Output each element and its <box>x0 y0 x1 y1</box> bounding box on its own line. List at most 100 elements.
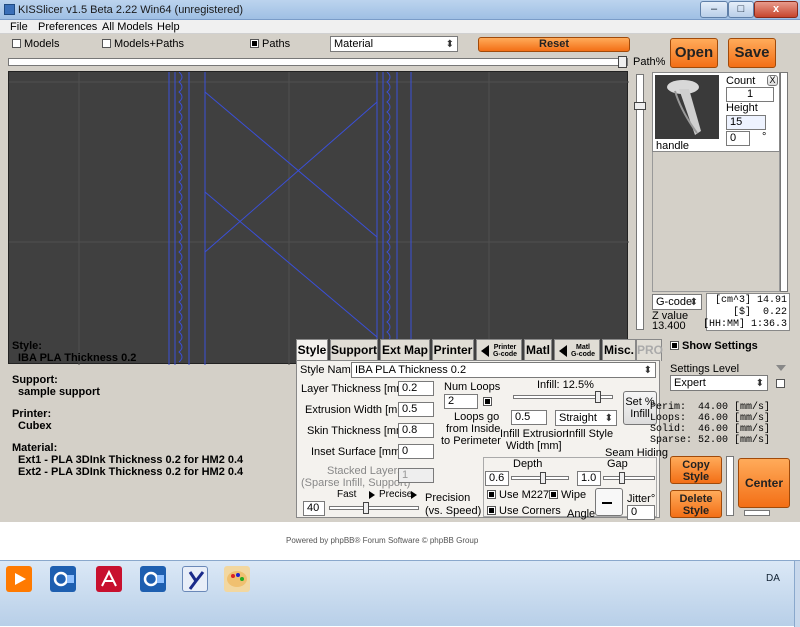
use-corners-checkbox[interactable]: Use Corners <box>487 505 561 517</box>
summary-ext1: Ext1 - PLA 3DInk Thickness 0.2 for HM2 0… <box>18 454 244 466</box>
tab-style[interactable]: Style <box>296 339 328 362</box>
fast-label: Fast <box>337 489 357 500</box>
models-paths-radio[interactable]: Models+Paths <box>102 38 184 50</box>
summary-support-value: sample support <box>18 386 100 398</box>
media-player-icon[interactable] <box>6 566 32 592</box>
menu-help[interactable]: Help <box>157 21 180 33</box>
models-radio[interactable]: Models <box>12 38 59 50</box>
tab-ext-map[interactable]: Ext Map <box>380 339 430 361</box>
rotation-field[interactable]: 0 <box>726 131 750 146</box>
close-button[interactable]: x <box>754 1 798 18</box>
show-desktop-button[interactable] <box>794 561 800 627</box>
path-slider-thumb[interactable] <box>618 56 627 68</box>
num-loops-field[interactable]: 2 <box>444 394 478 409</box>
app-icon <box>4 4 15 15</box>
paint-icon[interactable] <box>224 566 250 592</box>
menu-all-models[interactable]: All Models <box>102 21 153 33</box>
precision-sub-label: (vs. Speed) <box>425 505 482 517</box>
maximize-button[interactable]: □ <box>728 1 754 18</box>
depth-field[interactable]: 0.6 <box>485 471 509 486</box>
loops-inside-checkbox[interactable] <box>483 396 495 408</box>
speed-solid: Solid: 46.00 [mm/s] <box>649 424 770 435</box>
use-corners-label: Use Corners <box>499 505 561 517</box>
language-indicator[interactable]: DA <box>766 573 780 584</box>
settings-scrollbar[interactable] <box>726 456 734 516</box>
precision-slider-thumb[interactable] <box>363 502 369 514</box>
delete-style-button[interactable]: Delete Style <box>670 490 722 518</box>
gcode-select[interactable]: G-code <box>652 294 702 310</box>
minimize-button[interactable]: – <box>700 1 728 18</box>
collapse-arrow-icon[interactable] <box>776 365 786 371</box>
model-list-scrollbar[interactable] <box>780 72 788 292</box>
precision-slider-track[interactable] <box>329 506 419 510</box>
settings-level-check-icon <box>776 379 785 388</box>
height-field[interactable]: 15 <box>726 115 766 130</box>
center-button[interactable]: Center <box>738 458 790 508</box>
num-loops-label: Num Loops <box>444 381 501 393</box>
gap-slider-thumb[interactable] <box>619 472 625 484</box>
forum-footer: Powered by phpBB® Forum Software © phpBB… <box>286 536 479 545</box>
remove-model-button[interactable]: X <box>767 75 778 86</box>
style-panel: Style Name IBA PLA Thickness 0.2 Layer T… <box>296 360 668 520</box>
menu-preferences[interactable]: Preferences <box>38 21 97 33</box>
outlook-icon[interactable] <box>50 566 76 592</box>
tab-support[interactable]: Support <box>330 339 378 361</box>
layer-thickness-field[interactable]: 0.2 <box>398 381 434 396</box>
delete-label: Delete <box>679 493 713 505</box>
tab-printer[interactable]: Printer <box>432 339 474 361</box>
copy-label: Copy <box>682 459 710 471</box>
tab-matl[interactable]: Matl <box>524 339 552 361</box>
kisslicer-icon[interactable] <box>182 566 208 592</box>
gap-label: Gap <box>607 458 628 470</box>
paths-radio[interactable]: Paths <box>250 38 290 50</box>
model-card[interactable]: Count X 1 Height 15 0 ° handle <box>652 72 780 152</box>
skin-thickness-field[interactable]: 0.8 <box>398 423 434 438</box>
speed-loops: Loops: 46.00 [mm/s] <box>649 413 770 424</box>
tab-misc[interactable]: Misc. <box>602 339 636 361</box>
use-m227-checkbox[interactable]: Use M227 <box>487 489 549 501</box>
settings-level-checkbox[interactable] <box>776 378 788 390</box>
pdf-reader-icon[interactable] <box>96 566 122 592</box>
printer-gcode-top-label: Printer <box>493 343 517 351</box>
summary-style-label: Style: <box>12 340 42 352</box>
menu-bar: File Preferences All Models Help <box>0 20 800 34</box>
save-button[interactable]: Save <box>728 38 776 68</box>
settings-level-select[interactable]: Expert <box>670 375 768 391</box>
z-value: 13.400 <box>652 320 686 332</box>
infill-extrusion-field[interactable]: 0.5 <box>511 410 547 425</box>
infill-slider-thumb[interactable] <box>595 391 601 403</box>
loops-inside-check-icon <box>483 397 492 406</box>
wipe-checkbox[interactable]: Wipe <box>549 489 586 501</box>
jitter-field[interactable]: 0 <box>627 505 655 520</box>
count-spinner[interactable]: 1 <box>726 87 774 102</box>
copy-style-label: Style <box>682 471 710 483</box>
layer-slider-thumb[interactable] <box>634 102 646 110</box>
menu-file[interactable]: File <box>10 21 28 33</box>
reset-button[interactable]: Reset <box>478 37 630 52</box>
style-name-select[interactable]: IBA PLA Thickness 0.2 <box>351 362 656 378</box>
material-select[interactable]: Material <box>330 36 458 52</box>
depth-slider-thumb[interactable] <box>540 472 546 484</box>
inset-surface-field[interactable]: 0 <box>398 444 434 459</box>
models-paths-label: Models+Paths <box>114 38 185 50</box>
angle-dial[interactable] <box>595 488 623 516</box>
show-settings-checkbox[interactable]: Show Settings <box>670 340 758 352</box>
open-button[interactable]: Open <box>670 38 718 68</box>
infill-style-select[interactable]: Straight <box>555 410 617 426</box>
infill-extrusion-unit-label: Width [mm] <box>506 440 562 452</box>
depth-label: Depth <box>513 458 543 470</box>
toolpath-viewport[interactable] <box>8 71 629 365</box>
gap-slider-track[interactable] <box>603 476 655 480</box>
use-m227-label: Use M227 <box>499 489 550 501</box>
tab-matl-gcode[interactable]: Matl G-code <box>554 339 600 361</box>
extrusion-width-field[interactable]: 0.5 <box>398 402 434 417</box>
precision-field[interactable]: 40 <box>303 501 325 516</box>
gap-field[interactable]: 1.0 <box>577 471 601 486</box>
horizontal-slider-track[interactable] <box>744 510 770 516</box>
tab-printer-gcode[interactable]: Printer G-code <box>476 339 522 361</box>
model-list[interactable] <box>652 152 780 292</box>
layer-slider-track[interactable] <box>636 74 644 330</box>
path-slider-track[interactable] <box>8 58 628 66</box>
copy-style-button[interactable]: Copy Style <box>670 456 722 484</box>
outlook-2-icon[interactable] <box>140 566 166 592</box>
